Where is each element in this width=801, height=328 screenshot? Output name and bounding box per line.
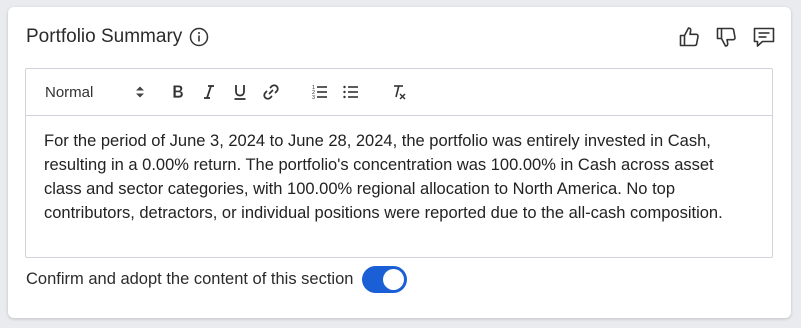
underline-icon (234, 85, 246, 100)
ordered-list-icon: 1 2 3 (312, 85, 327, 101)
clear-formatting-icon (394, 85, 406, 100)
bullet-list-button[interactable] (340, 81, 362, 103)
ordered-list-button[interactable]: 1 2 3 (309, 81, 331, 103)
portfolio-summary-card: Portfolio Summary Normal 1 2 3 For the p… (8, 7, 791, 318)
editor-toolbar: Normal 1 2 3 (26, 69, 772, 116)
svg-text:3: 3 (312, 95, 315, 101)
thumbs-up-icon (679, 27, 699, 47)
link-icon (263, 84, 279, 100)
sort-arrows-icon (136, 86, 144, 98)
section-title: Portfolio Summary (26, 26, 183, 47)
rich-text-editor: Normal 1 2 3 For the period of June 3, 2… (25, 68, 773, 258)
thumbs-down-icon (716, 27, 736, 47)
text-format-select[interactable]: Normal (45, 81, 145, 103)
italic-button[interactable] (198, 81, 220, 103)
thumbs-down-button[interactable] (714, 23, 740, 51)
feedback-actions (677, 23, 777, 51)
comment-button[interactable] (751, 23, 777, 51)
info-icon[interactable] (189, 27, 209, 47)
bold-icon (173, 85, 183, 98)
confirm-label: Confirm and adopt the content of this se… (26, 270, 354, 288)
italic-icon (204, 85, 214, 99)
clear-formatting-button[interactable] (388, 81, 410, 103)
bullet-list-icon (343, 85, 358, 99)
thumbs-up-button[interactable] (677, 23, 703, 51)
editor-content[interactable]: For the period of June 3, 2024 to June 2… (26, 116, 772, 225)
bold-button[interactable] (167, 81, 189, 103)
confirm-toggle[interactable] (362, 266, 408, 293)
link-button[interactable] (260, 81, 282, 103)
underline-button[interactable] (229, 81, 251, 103)
comment-icon (753, 27, 775, 47)
toggle-knob (383, 269, 405, 290)
confirm-row: Confirm and adopt the content of this se… (26, 266, 408, 293)
section-header: Portfolio Summary (26, 26, 209, 48)
text-format-value: Normal (45, 83, 94, 101)
